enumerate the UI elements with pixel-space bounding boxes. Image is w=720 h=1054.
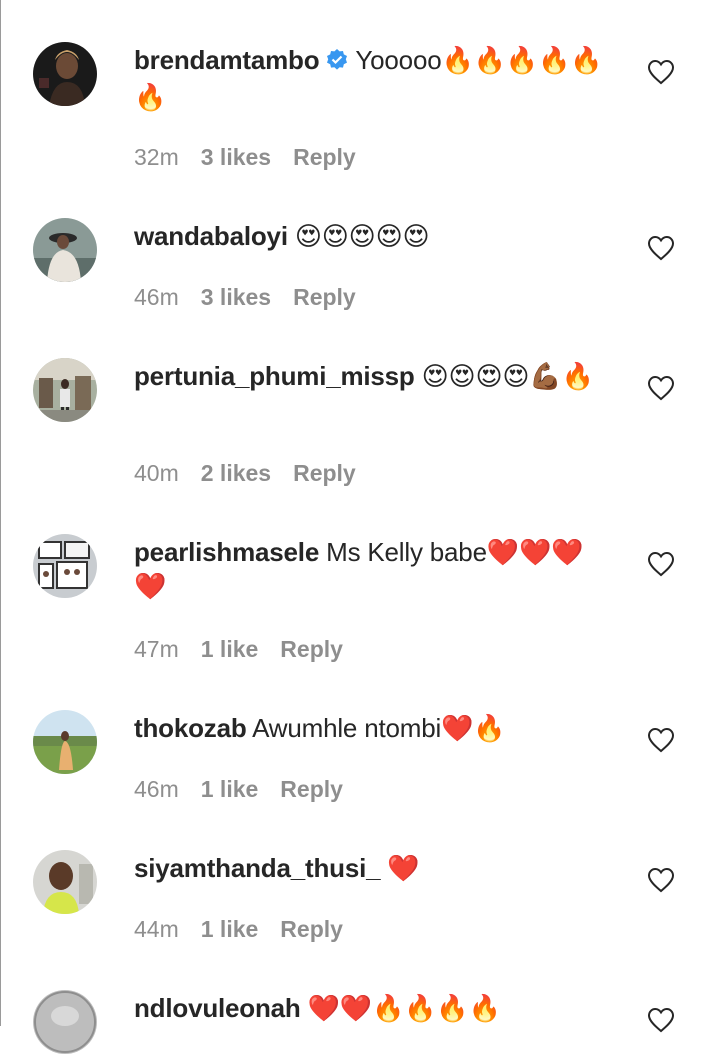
username[interactable]: ndlovuleonah — [134, 993, 301, 1023]
comment-body: pertunia_phumi_missp 😍😍😍😍💪🏾🔥 — [134, 359, 614, 393]
likes-count[interactable]: 1 like — [201, 916, 259, 942]
comment-body: brendamtambo Yooooo🔥🔥🔥🔥🔥🔥 — [134, 43, 614, 114]
comment-body: ndlovuleonah ❤️❤️🔥🔥🔥🔥 — [134, 991, 614, 1025]
likes-count[interactable]: 2 likes — [201, 460, 271, 486]
reply-button[interactable]: Reply — [280, 916, 343, 942]
username[interactable]: pearlishmasele — [134, 537, 319, 567]
comment-text: 😍😍😍😍💪🏾🔥 — [421, 361, 594, 391]
comment-body: pearlishmasele Ms Kelly babe❤️❤️❤️❤️ — [134, 535, 614, 603]
comment-time: 47m — [134, 636, 179, 662]
likes-count[interactable]: 1 like — [201, 636, 259, 662]
comment-meta: 47m 1 like Reply — [134, 634, 365, 664]
likes-count[interactable]: 3 likes — [201, 144, 271, 170]
likes-count[interactable]: 3 likes — [201, 284, 271, 310]
reply-button[interactable]: Reply — [280, 776, 343, 802]
comment-text: 😍😍😍😍😍 — [294, 221, 430, 251]
reply-button[interactable]: Reply — [293, 284, 356, 310]
reply-button[interactable]: Reply — [280, 636, 343, 662]
avatar[interactable] — [33, 218, 97, 282]
like-heart-icon[interactable] — [647, 727, 675, 753]
like-heart-icon[interactable] — [647, 1007, 675, 1033]
username[interactable]: siyamthanda_thusi_ — [134, 853, 381, 883]
reply-button[interactable]: Reply — [293, 460, 356, 486]
avatar[interactable] — [33, 534, 97, 598]
comment-meta: 40m 2 likes Reply — [134, 458, 378, 488]
comment-time: 32m — [134, 144, 179, 170]
comment-meta: 46m 1 like Reply — [134, 774, 365, 804]
comment-body: siyamthanda_thusi_ ❤️ — [134, 851, 614, 885]
username[interactable]: wandabaloyi — [134, 221, 288, 251]
username[interactable]: brendamtambo — [134, 45, 320, 75]
comment-meta: 46m 3 likes Reply — [134, 282, 378, 312]
avatar[interactable] — [33, 358, 97, 422]
comment-body: wandabaloyi 😍😍😍😍😍 — [134, 219, 614, 253]
like-heart-icon[interactable] — [647, 235, 675, 261]
avatar[interactable] — [33, 42, 97, 106]
comment-time: 46m — [134, 776, 179, 802]
comment-text: ❤️❤️🔥🔥🔥🔥 — [307, 993, 501, 1023]
comment-meta: 32m 3 likes Reply — [134, 142, 378, 172]
like-heart-icon[interactable] — [647, 867, 675, 893]
verified-badge-icon — [325, 46, 349, 80]
comment-meta: 44m 1 like Reply — [134, 914, 365, 944]
comment-time: 44m — [134, 916, 179, 942]
likes-count[interactable]: 1 like — [201, 776, 259, 802]
comment-text: ❤️ — [387, 853, 420, 883]
comment-body: thokozab Awumhle ntombi❤️🔥 — [134, 711, 614, 745]
username[interactable]: thokozab — [134, 713, 247, 743]
comment-time: 40m — [134, 460, 179, 486]
avatar[interactable] — [33, 850, 97, 914]
like-heart-icon[interactable] — [647, 551, 675, 577]
comment-text: Awumhle ntombi❤️🔥 — [252, 713, 506, 743]
username[interactable]: pertunia_phumi_missp — [134, 361, 415, 391]
like-heart-icon[interactable] — [647, 59, 675, 85]
avatar[interactable] — [33, 710, 97, 774]
avatar[interactable] — [33, 990, 97, 1054]
comment-time: 46m — [134, 284, 179, 310]
reply-button[interactable]: Reply — [293, 144, 356, 170]
like-heart-icon[interactable] — [647, 375, 675, 401]
